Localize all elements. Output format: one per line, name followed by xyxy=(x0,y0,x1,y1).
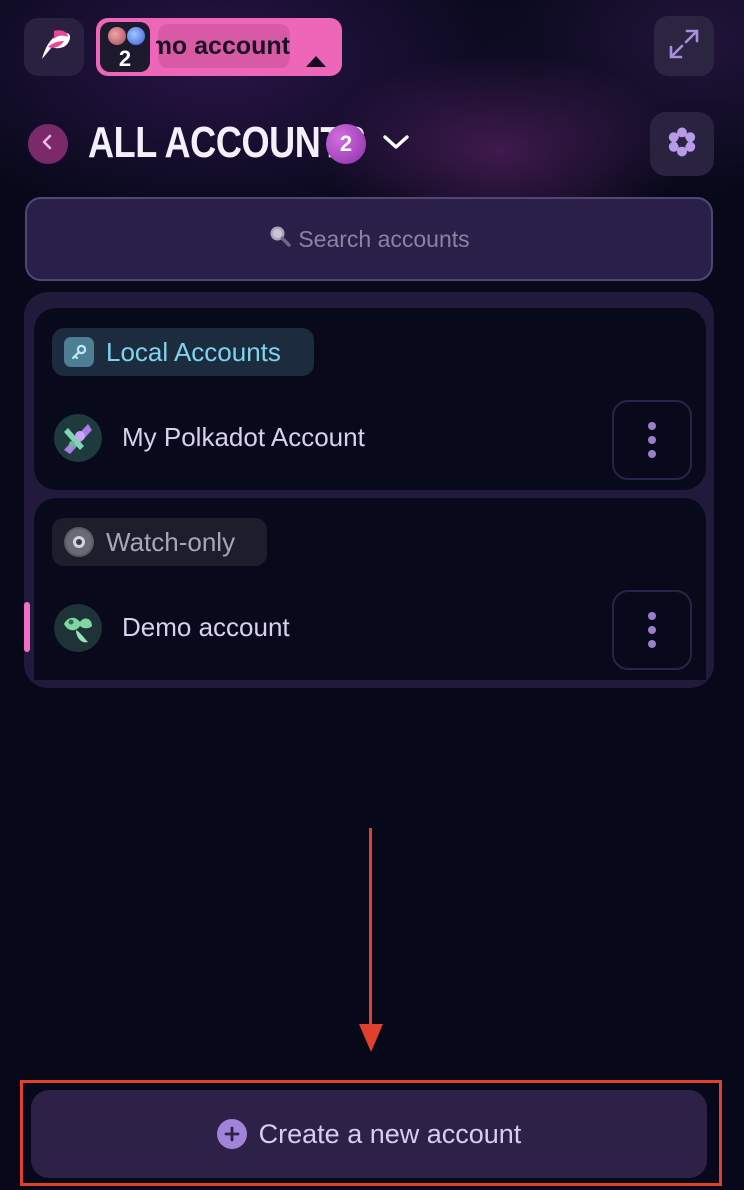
app-logo-button[interactable] xyxy=(24,18,84,76)
selected-indicator xyxy=(24,602,30,652)
chevron-down-icon xyxy=(381,132,411,157)
search-input[interactable]: Search accounts xyxy=(25,197,713,281)
eye-icon xyxy=(64,527,94,557)
accounts-count: 2 xyxy=(339,131,353,156)
avatar xyxy=(127,27,145,45)
account-group-local: Local Accounts My Polkadot Account xyxy=(34,308,706,490)
annotation-highlight-box xyxy=(20,1080,722,1186)
account-group-watch-only: Watch-only Demo account xyxy=(24,498,706,680)
search-placeholder: Search accounts xyxy=(298,225,470,252)
search-icon xyxy=(268,224,292,254)
more-vertical-icon xyxy=(648,422,656,458)
chevron-left-icon xyxy=(39,133,57,156)
group-label: Watch-only xyxy=(106,526,236,557)
account-name: My Polkadot Account xyxy=(122,422,365,452)
accounts-count-badge: 2 xyxy=(326,124,366,164)
list-item[interactable]: My Polkadot Account xyxy=(34,396,706,482)
annotation-arrow-head xyxy=(359,1024,383,1052)
accounts-count-badge: 2 xyxy=(100,22,150,72)
more-vertical-icon xyxy=(648,612,656,648)
account-menu-button[interactable] xyxy=(612,400,692,480)
group-tag-local: Local Accounts xyxy=(52,328,314,376)
accounts-list: Local Accounts My Polkadot Account Watch… xyxy=(24,292,714,688)
avatar xyxy=(108,27,126,45)
expand-button[interactable] xyxy=(654,16,714,76)
gear-icon xyxy=(666,126,698,163)
account-filter-dropdown[interactable] xyxy=(378,126,414,162)
polkadot-wallet-logo-icon xyxy=(34,25,74,70)
accounts-count: 2 xyxy=(118,46,132,71)
avatar xyxy=(54,604,102,652)
group-tag-watch-only: Watch-only xyxy=(52,518,267,566)
list-item[interactable]: Demo account xyxy=(24,586,706,672)
avatar xyxy=(54,414,102,462)
caret-up-icon xyxy=(306,56,326,67)
selected-account-name: Demo account xyxy=(156,32,290,60)
expand-arrows-icon xyxy=(667,27,701,66)
back-button[interactable] xyxy=(28,124,68,164)
annotation-arrow-line xyxy=(369,828,372,1026)
page-title: ALL ACCOUNTS xyxy=(88,118,366,167)
account-menu-button[interactable] xyxy=(612,590,692,670)
account-selector-pill[interactable]: 2 Demo account xyxy=(96,18,342,76)
group-label: Local Accounts xyxy=(106,336,281,367)
key-icon xyxy=(64,337,94,367)
settings-button[interactable] xyxy=(650,112,714,176)
account-name: Demo account xyxy=(122,612,290,642)
